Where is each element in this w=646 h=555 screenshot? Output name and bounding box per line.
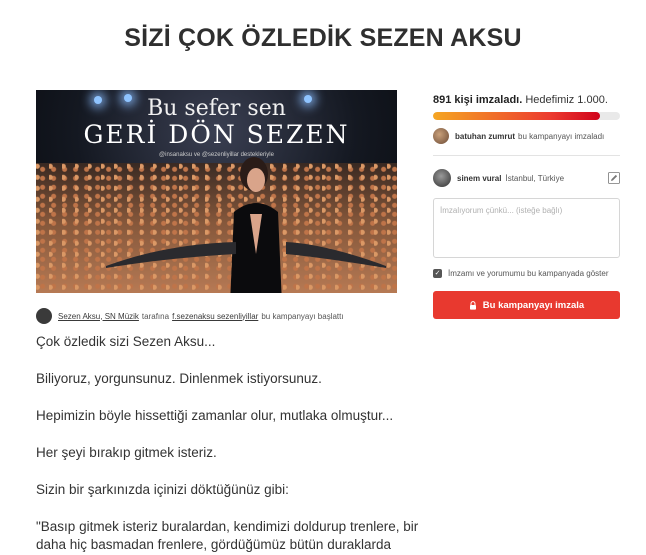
recent-signer-name: batuhan zumrut bbox=[455, 131, 515, 141]
signature-count-value: 891 kişi imzaladı. bbox=[433, 94, 523, 106]
petition-paragraph: Sizin bir şarkınızda içinizi döktüğünüz … bbox=[36, 482, 289, 497]
signature-progress-fill bbox=[433, 112, 600, 120]
recent-signer-avatar bbox=[433, 128, 449, 144]
lock-icon bbox=[469, 300, 476, 310]
petition-paragraph: Hepimizin böyle hissettiği zamanlar olur… bbox=[36, 408, 394, 423]
crowd-background bbox=[36, 163, 397, 293]
signature-goal: Hedefimiz 1.000. bbox=[525, 94, 608, 106]
current-user-avatar bbox=[433, 169, 451, 187]
singer-figure bbox=[230, 157, 282, 293]
recent-signer: batuhan zumrut bu kampanyayı imzaladı bbox=[433, 128, 604, 144]
campaign-starter: Sezen Aksu, SN Müzik tarafına f.sezenaks… bbox=[36, 307, 406, 325]
starter-avatar bbox=[36, 308, 52, 324]
current-user-name: sinem vural bbox=[457, 173, 502, 183]
page-title: SİZİ ÇOK ÖZLEDİK SEZEN AKSU bbox=[124, 24, 522, 52]
starter-handle-link[interactable]: f.sezenaksu sezenliyillar bbox=[172, 312, 258, 321]
petition-paragraph: "Basıp gitmek isteriz buralardan, kendim… bbox=[36, 519, 419, 534]
petition-paragraph: Biliyoruz, yorgunsunuz. Dinlenmek istiyo… bbox=[36, 371, 322, 386]
singer-arms bbox=[106, 242, 386, 268]
petition-paragraph: daha hiç basmadan frenlere, gördüğümüz b… bbox=[36, 537, 391, 552]
show-signature-checkbox[interactable]: ✓ İmzamı ve yorumumu bu kampanyada göste… bbox=[433, 269, 609, 278]
starter-suffix-text: bu kampanyayı başlattı bbox=[261, 311, 344, 321]
campaign-hero-image: Bu sefer sen GERİ DÖN SEZEN @insanaksu v… bbox=[36, 90, 397, 293]
recent-signer-action: bu kampanyayı imzaladı bbox=[518, 131, 605, 141]
petition-paragraph: Çok özledik sizi Sezen Aksu... bbox=[36, 334, 216, 349]
starter-mid-text: tarafına bbox=[141, 311, 170, 321]
checkmark-icon[interactable]: ✓ bbox=[433, 269, 442, 278]
divider bbox=[433, 155, 620, 156]
hero-line-3: @insanaksu ve @sezenliyillar destekleriy… bbox=[159, 152, 274, 158]
signature-count: 891 kişi imzaladı. Hedefimiz 1.000. bbox=[433, 94, 608, 106]
current-user-location: İstanbul, Türkiye bbox=[505, 173, 565, 183]
sign-campaign-button[interactable]: Bu kampanyayı imzala bbox=[433, 291, 620, 319]
show-signature-label: İmzamı ve yorumumu bu kampanyada göster bbox=[448, 269, 609, 278]
comment-input[interactable] bbox=[433, 198, 620, 258]
sign-button-label: Bu kampanyayı imzala bbox=[482, 299, 585, 311]
pencil-icon[interactable] bbox=[608, 172, 620, 184]
starter-name-link[interactable]: Sezen Aksu, SN Müzik bbox=[58, 312, 139, 321]
hero-line-1: Bu sefer sen bbox=[147, 96, 286, 121]
hero-line-2: GERİ DÖN SEZEN bbox=[83, 120, 350, 149]
signature-progress-bar bbox=[433, 112, 620, 120]
current-user: sinem vural İstanbul, Türkiye bbox=[433, 169, 620, 187]
petition-paragraph: Her şeyi bırakıp gitmek isteriz. bbox=[36, 445, 217, 460]
